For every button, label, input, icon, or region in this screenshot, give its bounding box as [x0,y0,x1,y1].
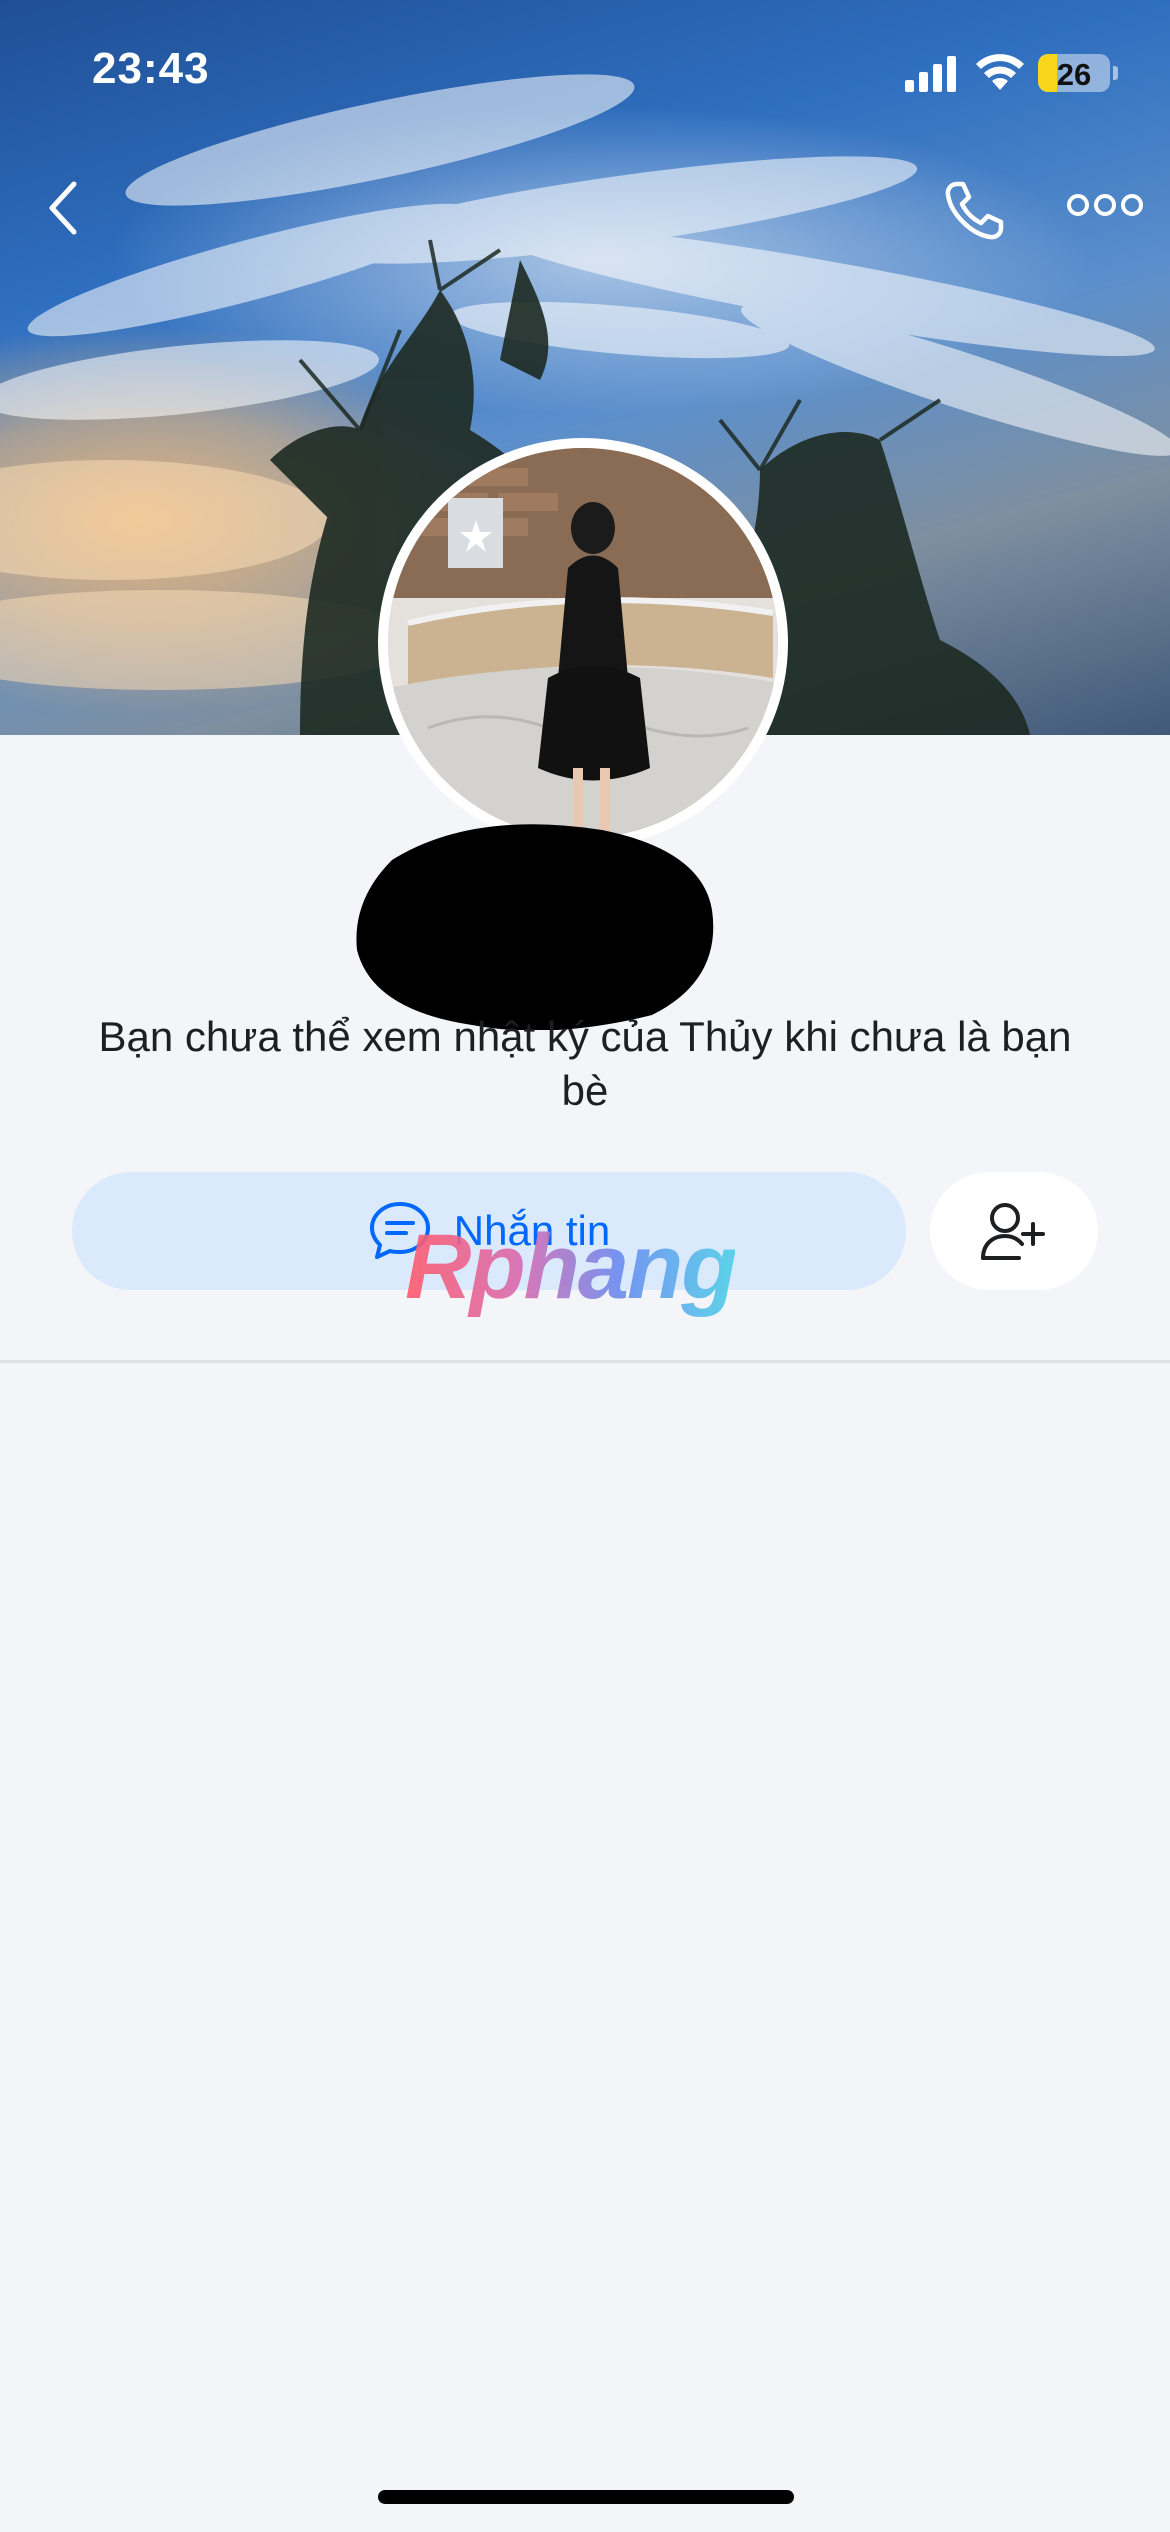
home-indicator[interactable] [378,2490,794,2504]
status-time: 23:43 [92,44,210,93]
add-friend-button[interactable] [930,1172,1098,1290]
avatar-photo [388,448,778,838]
battery-icon: 26 [1038,54,1110,92]
avatar-image [388,448,778,838]
avatar[interactable] [378,438,788,848]
friends-only-notice: Bạn chưa thể xem nhật ký của Thủy khi ch… [98,1013,1072,1114]
wifi-icon [976,54,1024,90]
battery-nub [1113,66,1118,80]
add-friend-icon [981,1203,1045,1260]
redacted-name [356,824,714,1030]
more-button[interactable] [1065,185,1145,225]
message-button-label: Nhắn tin [453,1207,611,1254]
divider [0,1360,1170,1363]
phone-icon [945,181,1004,240]
battery-level: 26 [1056,57,1092,92]
signal-icon [905,56,956,92]
call-button[interactable] [935,170,1015,250]
chat-bubble-icon [369,1202,430,1259]
more-horizontal-icon [1067,194,1143,216]
message-button[interactable]: Nhắn tin [72,1172,906,1290]
back-button[interactable] [36,172,92,244]
chevron-left-icon [49,181,77,235]
